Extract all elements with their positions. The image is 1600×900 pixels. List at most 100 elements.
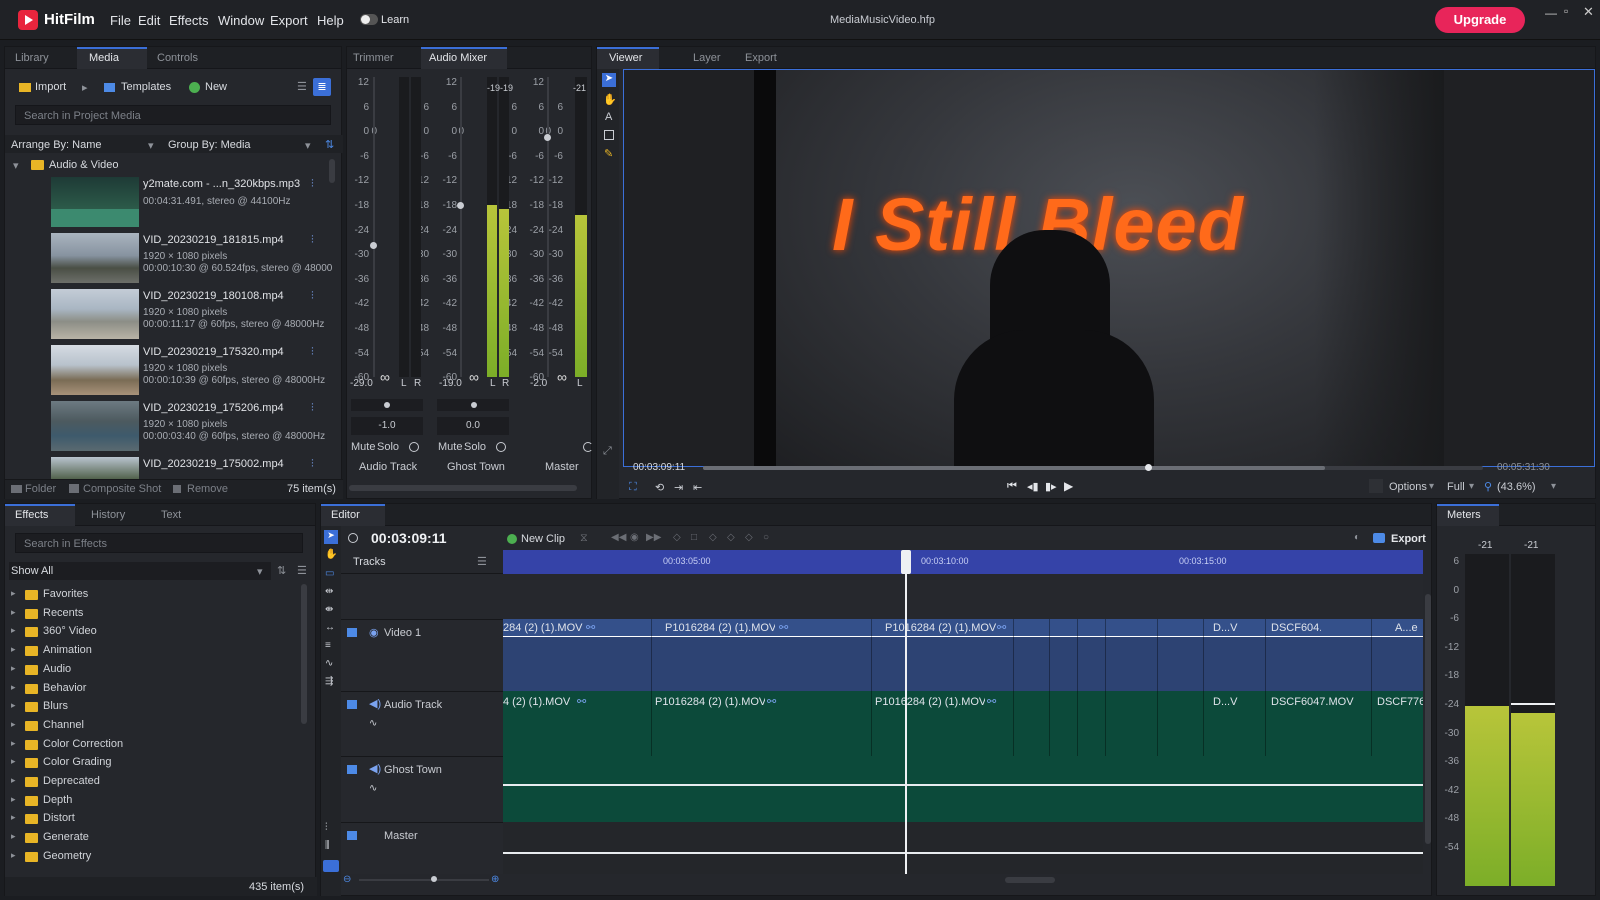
pen-tool-icon[interactable]: ✎ — [604, 147, 613, 160]
tracks-menu-icon[interactable]: ☰ — [477, 555, 487, 568]
audio-clip[interactable]: 4 (2) (1).MOV — [503, 696, 573, 708]
select-tool-icon[interactable]: ➤ — [602, 73, 616, 87]
track-header-audio-track[interactable]: ◀) Audio Track ∿ — [341, 691, 503, 756]
tab-text[interactable]: Text — [161, 509, 181, 521]
snap-icon[interactable]: ⧖ — [580, 532, 588, 545]
expand-arrow-icon[interactable]: ▸ — [11, 607, 16, 618]
tab-editor[interactable]: Editor — [331, 509, 360, 521]
ghost-town-fader-track[interactable] — [460, 77, 462, 377]
timeline-zoom-knob[interactable] — [431, 876, 437, 882]
track-lock-icon[interactable] — [347, 700, 357, 709]
effects-folder-item[interactable]: ▸ Animation — [5, 642, 305, 661]
waveform-icon[interactable]: ∿ — [369, 783, 377, 794]
editor-timecode[interactable]: 00:03:09:11 — [371, 530, 447, 546]
mask-tool-icon[interactable] — [604, 130, 614, 140]
templates-button[interactable]: Templates — [121, 81, 171, 93]
show-all-chevron-down-icon[interactable]: ▾ — [257, 565, 263, 578]
effects-folder-item[interactable]: ▸ Audio — [5, 661, 305, 680]
options-dropdown[interactable]: Options — [1389, 481, 1427, 493]
effects-sort-icon[interactable]: ⇅ — [277, 564, 286, 577]
timeline-zoom-slider[interactable] — [359, 879, 489, 881]
expand-arrow-icon[interactable]: ▸ — [11, 682, 16, 693]
audio-clip[interactable]: D...V — [1213, 696, 1247, 708]
expand-arrow-icon[interactable]: ▸ — [11, 588, 16, 599]
keyframe-prev-icon[interactable]: ◇ — [673, 532, 681, 543]
tab-audio-mixer[interactable]: Audio Mixer — [429, 52, 487, 64]
ghost-town-mute-button[interactable]: Mute — [438, 441, 462, 453]
track-lock-icon[interactable] — [347, 831, 357, 840]
step-forward-icon[interactable]: ▮▸ — [1045, 480, 1057, 493]
new-clip-button[interactable]: New Clip — [521, 533, 565, 545]
slide-tool-icon[interactable]: ⇼ — [325, 604, 333, 615]
tab-history[interactable]: History — [91, 509, 125, 521]
render-icon[interactable]: ◐ — [1354, 532, 1360, 543]
effects-folder-item[interactable]: ▸ Geometry — [5, 848, 305, 867]
ghost-town-fader-knob[interactable] — [457, 202, 464, 209]
composite-shot-button[interactable]: Composite Shot — [83, 483, 161, 495]
audio-clip[interactable]: DSCF6047.MOV — [1271, 696, 1361, 708]
overlay-icon[interactable]: ⇤ — [693, 481, 702, 494]
detail-view-icon[interactable]: ≣ — [313, 78, 331, 96]
expand-arrow-icon[interactable]: ▸ — [11, 831, 16, 842]
group-by-select[interactable]: Group By: Media — [168, 139, 251, 151]
expand-arrow-icon[interactable]: ▸ — [11, 700, 16, 711]
text-tool-icon[interactable]: A — [605, 111, 612, 123]
insert-icon[interactable]: ⇥ — [674, 481, 683, 494]
speaker-icon[interactable]: ◀) — [369, 762, 381, 775]
timeline-playhead[interactable] — [905, 550, 907, 874]
folder-button[interactable]: Folder — [25, 483, 56, 495]
effects-folder-item[interactable]: ▸ Color Grading — [5, 754, 305, 773]
master-volume-line[interactable] — [503, 852, 1423, 854]
group-chevron-down-icon[interactable]: ▾ — [305, 139, 311, 152]
master-fader-track[interactable] — [547, 77, 549, 377]
color-swatch-icon[interactable] — [1369, 479, 1383, 493]
keyframe-circle-icon[interactable]: ○ — [763, 532, 769, 543]
effects-folder-item[interactable]: ▸ Generate — [5, 829, 305, 848]
video-clip[interactable]: A...e — [1395, 622, 1423, 634]
effects-folder-item[interactable]: ▸ Distort — [5, 810, 305, 829]
ghost-town-record-icon[interactable] — [496, 442, 506, 452]
effects-folder-item[interactable]: ▸ 360° Video — [5, 623, 305, 642]
media-properties-icon[interactable]: ⫶ — [311, 234, 314, 247]
track-header-ghost-town[interactable]: ◀) Ghost Town ∿ — [341, 756, 503, 822]
viewer-canvas[interactable]: I Still Bleed — [623, 69, 1595, 467]
effects-folder-item[interactable]: ▸ Color Correction — [5, 736, 305, 755]
track-lock-icon[interactable] — [347, 628, 357, 637]
tab-meters[interactable]: Meters — [1447, 509, 1481, 521]
effects-folder-item[interactable]: ▸ Behavior — [5, 680, 305, 699]
expand-arrow-icon[interactable]: ▸ — [11, 644, 16, 655]
folder-expand-icon[interactable]: ▾ — [13, 159, 19, 172]
ghost-town-solo-button[interactable]: Solo — [464, 441, 486, 453]
effects-folder-item[interactable]: ▸ Blurs — [5, 698, 305, 717]
track-header-video-1[interactable]: ◉ Video 1 — [341, 619, 503, 691]
effects-folder-item[interactable]: ▸ Depth — [5, 792, 305, 811]
add-marker-icon[interactable]: ◉ — [630, 532, 639, 543]
expand-arrow-icon[interactable]: ▸ — [11, 663, 16, 674]
expand-arrow-icon[interactable]: ▸ — [11, 719, 16, 730]
keyframe-add-icon[interactable]: ◇ — [709, 532, 717, 543]
menu-effects[interactable]: Effects — [169, 13, 209, 28]
audio-clip[interactable]: DSCF776 — [1377, 696, 1423, 708]
zoom-out-icon[interactable]: ⊖ — [343, 874, 351, 885]
menu-file[interactable]: File — [110, 13, 131, 28]
zoom-chevron-down-icon[interactable]: ▾ — [1551, 481, 1556, 492]
play-icon[interactable]: ▶ — [1064, 479, 1073, 493]
step-back-icon[interactable]: ◂▮ — [1027, 480, 1039, 493]
options-chevron-down-icon[interactable]: ▾ — [1429, 481, 1434, 492]
slice-tool-icon[interactable]: ▭ — [325, 568, 334, 579]
audio-track-fader-track[interactable] — [373, 77, 375, 377]
loop-icon[interactable]: ⛶ — [629, 481, 637, 494]
expand-arrow-icon[interactable]: ▸ — [11, 756, 16, 767]
menu-help[interactable]: Help — [317, 13, 344, 28]
list-view-icon[interactable]: ☰ — [297, 80, 307, 93]
editor-select-tool-icon[interactable]: ➤ — [324, 530, 338, 544]
next-edit-icon[interactable]: ▶▶ — [646, 532, 661, 543]
video-clip[interactable]: P1016284 (2) (1).MOV — [665, 622, 775, 634]
expand-arrow-icon[interactable]: ▸ — [11, 850, 16, 861]
show-all-select[interactable]: Show All — [11, 565, 53, 577]
media-properties-icon[interactable]: ⫶ — [311, 290, 314, 303]
editor-hand-tool-icon[interactable]: ✋ — [325, 549, 337, 560]
effects-folder-item[interactable]: ▸ Channel — [5, 717, 305, 736]
master-record-icon[interactable] — [583, 442, 593, 452]
viewer-playhead-knob[interactable] — [1144, 464, 1152, 471]
